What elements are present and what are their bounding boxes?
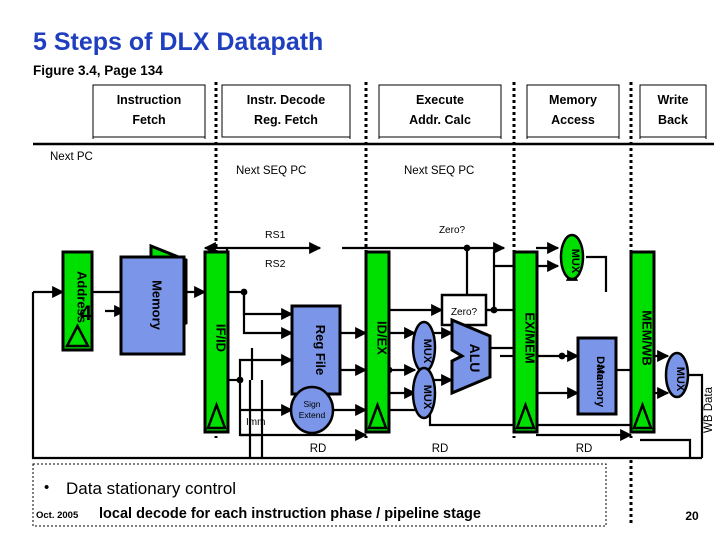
pipeline-register-exmem: EX/MEM (512, 250, 539, 434)
block-label-regfile: Reg File (313, 325, 328, 376)
footer-bullet-glyph: • (44, 479, 49, 496)
pipeline-register-ifid: IF/ID (203, 250, 230, 434)
block-label-alu: ALU (467, 344, 483, 373)
pipeline-register-label-idex: ID/EX (375, 321, 390, 355)
wire-label-next-pc: Next PC (50, 151, 93, 163)
mux-next-pc: MUX (559, 233, 585, 281)
wire-label-imm: Imm (246, 417, 265, 428)
stage-label-ex-line1: Execute (416, 93, 464, 107)
mux-label-b: MUX (421, 385, 433, 410)
wire-label-zero-note: Zero? (439, 225, 466, 236)
block-address: Address (61, 250, 94, 352)
wire-label-wb-data: WB Data (703, 386, 715, 433)
wire-label-next-seq-pc-1: Next SEQ PC (236, 165, 306, 177)
stage-label-mem-line1: Memory (549, 93, 597, 107)
stage-header-row: Instruction Fetch Instr. Decode Reg. Fet… (92, 84, 707, 138)
mux-label-next-pc: MUX (569, 249, 581, 274)
pipeline-register-memwb: MEM/WB (629, 250, 656, 434)
wire-label-rd-2: RD (432, 443, 449, 455)
block-instruction-memory: Memory (119, 255, 186, 356)
stage-label-id-line2: Reg. Fetch (254, 113, 318, 127)
block-label-dmem-line2: Memory (594, 365, 606, 408)
wire-label-four: 4 (80, 302, 92, 325)
slide-root: 5 Steps of DLX Datapath Figure 3.4, Page… (0, 0, 720, 540)
block-zero-test: Zero? (440, 293, 488, 327)
stage-label-ex-line2: Addr. Calc (409, 113, 471, 127)
stage-label-wb-line1: Write (657, 93, 688, 107)
block-label-zero: Zero? (451, 307, 478, 318)
block-label-sign-extend-line2: Extend (299, 410, 326, 420)
stage-label-if-line2: Fetch (132, 113, 165, 127)
wire-label-rd-1: RD (310, 443, 327, 455)
block-label-sign-extend-line1: Sign (303, 399, 320, 409)
wire-label-rd-3: RD (576, 443, 593, 455)
pipeline-register-idex: ID/EX (364, 250, 391, 434)
slide-footer: • Data stationary control local decode f… (0, 460, 720, 540)
block-reg-file: Reg File (290, 304, 342, 396)
slide-page-number: 20 (685, 509, 699, 523)
page-title: 5 Steps of DLX Datapath (33, 28, 324, 56)
mux-operand-a: MUX (411, 320, 437, 374)
wire-label-rs1: RS1 (265, 229, 286, 241)
pipeline-register-label-exmem: EX/MEM (523, 312, 538, 363)
block-data-memory: Data Memory (576, 336, 618, 416)
pipeline-register-label-memwb: MEM/WB (640, 310, 655, 366)
page-subtitle: Figure 3.4, Page 134 (33, 63, 163, 78)
dlx-datapath-diagram: Instruction Fetch Instr. Decode Reg. Fet… (0, 80, 720, 460)
wire-label-rs2: RS2 (265, 258, 286, 270)
pipeline-register-label-ifid: IF/ID (214, 324, 229, 352)
mux-label-write-back: MUX (674, 367, 686, 392)
stage-label-if-line1: Instruction (117, 93, 182, 107)
footer-bullet-text: Data stationary control (66, 479, 236, 498)
mux-label-a: MUX (421, 339, 433, 364)
stage-label-mem-line2: Access (551, 113, 595, 127)
wire-label-next-seq-pc-2: Next SEQ PC (404, 165, 474, 177)
stage-label-wb-line2: Back (658, 113, 688, 127)
stage-label-id-line1: Instr. Decode (247, 93, 326, 107)
block-alu: ALU (450, 317, 492, 396)
block-sign-extend: Sign Extend (289, 385, 335, 435)
mux-operand-b: MUX (411, 366, 437, 420)
footer-sub-text: local decode for each instruction phase … (99, 506, 481, 522)
footer-date: Oct. 2005 (36, 510, 79, 521)
block-label-imem: Memory (150, 280, 165, 331)
mux-write-back: MUX (664, 351, 690, 399)
